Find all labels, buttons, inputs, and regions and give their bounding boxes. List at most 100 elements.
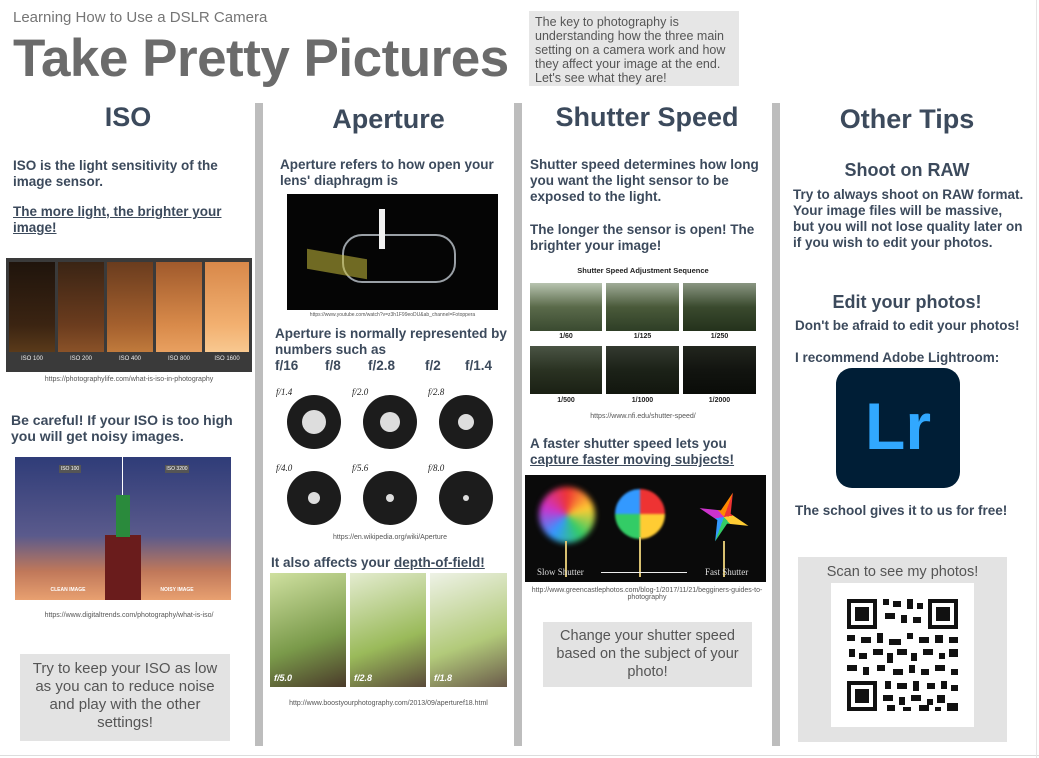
iso-sample	[205, 262, 249, 352]
shutter-definition: Shutter speed determines how long you wa…	[530, 157, 759, 204]
dof-text: It also affects your depth-of-field!	[271, 555, 507, 571]
recommend-text: I recommend Adobe Lightroom:	[795, 350, 1000, 365]
dof-link[interactable]: depth-of-field!	[394, 555, 485, 570]
raw-text: Try to always shoot on RAW format. Your …	[793, 187, 1024, 250]
faster-prefix: A faster shutter speed lets you	[530, 436, 727, 451]
dof-photo: f/5.0	[270, 573, 346, 687]
fstop-label: f/2.8	[368, 358, 396, 373]
shutter-sample	[530, 346, 602, 394]
iso-source-url[interactable]: https://photographylife.com/what-is-iso-…	[6, 376, 252, 383]
lens-icon	[363, 471, 417, 525]
fast-shutter-label: Fast Shutter	[705, 567, 749, 577]
shutter-heading: Shutter Speed	[555, 102, 739, 132]
iso-warning: Be careful! If your ISO is too high you …	[11, 412, 233, 444]
pinwheel-blurred	[539, 487, 595, 543]
shutter-speed-label: 1/60	[559, 333, 573, 340]
iso-strip-label: ISO 400	[118, 356, 141, 362]
shutter-tip-box: Change your shutter speed based on the s…	[543, 622, 752, 687]
dof-prefix: It also affects your	[271, 555, 395, 570]
iso-strip-label: ISO 100	[20, 356, 43, 362]
shutter-sample	[606, 346, 679, 394]
iso-strip-label: ISO 1600	[214, 356, 240, 362]
bottom-rule	[0, 755, 1039, 756]
pinwheel-mid	[615, 489, 665, 539]
fstop-label: f/16	[275, 358, 299, 373]
right-rule	[1036, 0, 1037, 758]
lens-icon	[287, 471, 341, 525]
noise-comparison-image: ISO 100 ISO 3200 CLEAN IMAGE NOISY IMAGE	[15, 457, 231, 600]
shutter-speed-label: 1/1000	[631, 397, 654, 404]
raw-heading: Shoot on RAW	[844, 160, 970, 180]
dof-photo: f/2.8	[350, 573, 426, 687]
lens-icon	[439, 395, 493, 449]
shutter-speed-label: 1/250	[710, 333, 729, 340]
aperture-definition: Aperture refers to how open your lens' d…	[280, 157, 494, 188]
noise-label: NOISY IMAGE	[160, 587, 194, 593]
building-shape	[105, 535, 141, 600]
dof-label: f/5.0	[274, 673, 293, 683]
qr-box: Scan to see my photos!	[798, 557, 1007, 742]
iso-brightness-strip: ISO 100 ISO 200 ISO 400 ISO 800 ISO 1600	[6, 258, 252, 372]
slow-shutter-label: Slow Shutter	[537, 567, 584, 577]
noise-label: CLEAN IMAGE	[50, 587, 86, 593]
shutter-source-url[interactable]: https://www.nfi.edu/shutter-speed/	[530, 413, 756, 420]
dof-photo: f/1.8	[430, 573, 507, 687]
shutter-speed-label: 1/2000	[708, 397, 731, 404]
iso-rule-link[interactable]: The more light, the brighter your image!	[13, 204, 245, 236]
iso-sample	[58, 262, 104, 352]
noise-label: ISO 3200	[165, 465, 189, 473]
pinwheel-stick	[639, 537, 641, 577]
arrow-right-icon	[601, 572, 687, 573]
pinwheel-image: Slow Shutter Fast Shutter	[525, 475, 766, 582]
lens-diagram-image	[287, 194, 498, 310]
iso-sample	[156, 262, 202, 352]
shutter-speed-label: 1/500	[557, 397, 575, 404]
intro-box: The key to photography is understanding …	[529, 11, 739, 86]
free-text: The school gives it to us for free!	[795, 503, 1008, 518]
lightroom-logo[interactable]: Lr	[836, 368, 960, 488]
building-spire	[116, 495, 130, 537]
lens-label: f/8.0	[428, 463, 445, 473]
lens-label: f/1.4	[276, 387, 293, 397]
aperture-source-url[interactable]: http://www.boostyourphotography.com/2013…	[270, 700, 507, 707]
fstop-label: f/1.4	[465, 358, 493, 373]
edit-text: Don't be afraid to edit your photos!	[795, 318, 1020, 333]
faster-text: A faster shutter speed lets you capture …	[530, 436, 762, 468]
fstop-label: f/8	[325, 358, 341, 373]
aperture-numbers-text: Aperture is normally represented by numb…	[275, 326, 507, 357]
lens-apertures-grid: f/1.4 f/2.0 f/2.8 f/4.0 f/5.6 f/8.0	[270, 383, 510, 528]
shutter-sample	[606, 283, 679, 331]
shutter-speed-label: 1/125	[633, 333, 652, 340]
shutter-sample	[683, 283, 756, 331]
aperture-source-url[interactable]: https://www.youtube.com/watch?v=z3h1F99e…	[287, 312, 498, 318]
shutter-sequence-title: Shutter Speed Adjustment Sequence	[577, 266, 709, 275]
iso-tip-box: Try to keep your ISO as low as you can t…	[20, 654, 230, 741]
shutter-longer-text: The longer the sensor is open! The brigh…	[530, 222, 755, 253]
iso-source-url[interactable]: https://www.digitaltrends.com/photograph…	[6, 612, 252, 619]
tips-heading: Other Tips	[839, 104, 975, 134]
shutter-source-url[interactable]: http://www.greencastlephotos.com/blog-1/…	[522, 587, 772, 601]
column-divider	[772, 103, 780, 746]
edit-heading: Edit your photos!	[832, 292, 982, 312]
lens-label: f/5.6	[352, 463, 369, 473]
dof-label: f/2.8	[354, 673, 373, 683]
poster-kicker: Learning How to Use a DSLR Camera	[13, 9, 268, 26]
iso-sample	[107, 262, 153, 352]
iso-strip-label: ISO 800	[167, 356, 190, 362]
iso-heading: ISO	[104, 102, 152, 132]
iso-sample	[9, 262, 55, 352]
lens-icon	[363, 395, 417, 449]
poster-title: Take Pretty Pictures	[13, 29, 509, 88]
faster-link[interactable]: capture faster moving subjects!	[530, 452, 734, 467]
lens-label: f/4.0	[276, 463, 293, 473]
qr-code[interactable]	[831, 583, 974, 727]
aperture-source-url[interactable]: https://en.wikipedia.org/wiki/Aperture	[270, 534, 510, 541]
column-divider	[255, 103, 263, 746]
lens-label: f/2.8	[428, 387, 445, 397]
noise-label: ISO 100	[59, 465, 81, 473]
arrow-down-icon	[379, 209, 385, 249]
lens-icon	[439, 471, 493, 525]
shutter-sample	[530, 283, 602, 331]
lens-label: f/2.0	[352, 387, 369, 397]
lightroom-logo-text: Lr	[865, 389, 931, 463]
